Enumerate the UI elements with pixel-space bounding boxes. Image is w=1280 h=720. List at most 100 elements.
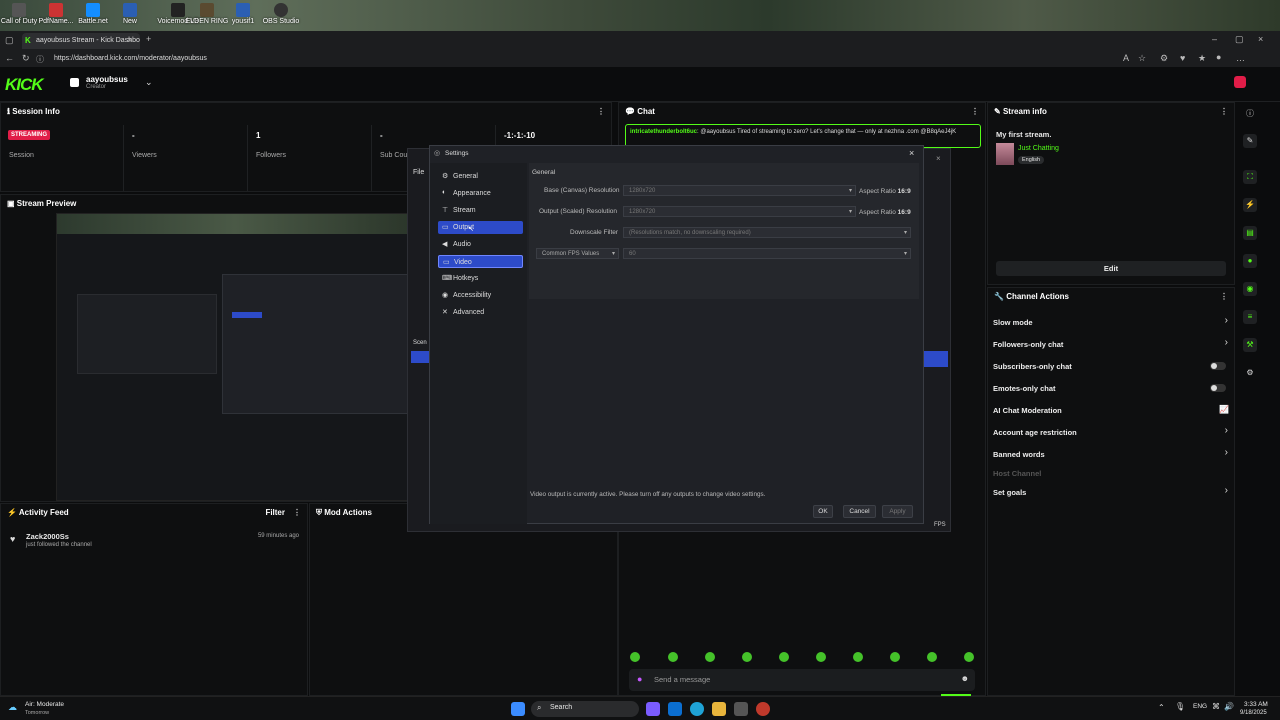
emote-icon[interactable] xyxy=(927,652,937,662)
stream-preview-video[interactable] xyxy=(56,213,413,501)
settings-nav-output[interactable]: ▭ Output xyxy=(438,221,523,234)
kick-avatar-icon[interactable] xyxy=(1234,76,1246,88)
outlook-icon[interactable] xyxy=(668,702,682,716)
start-icon[interactable] xyxy=(511,702,525,716)
read-aloud-icon[interactable]: A xyxy=(1123,53,1129,63)
obs-control-selected[interactable] xyxy=(920,351,948,367)
desktop-icon-new[interactable]: New xyxy=(107,3,153,25)
banned-words-item[interactable]: Banned words xyxy=(993,450,1045,459)
user-menu-chevron-icon[interactable]: ⌄ xyxy=(145,77,153,88)
set-goals-item[interactable]: Set goals xyxy=(993,488,1026,497)
user-avatar[interactable] xyxy=(70,78,79,87)
chat-menu-icon[interactable]: ⋮ xyxy=(971,107,979,116)
fullscreen-icon[interactable]: ⛶ xyxy=(1243,170,1257,184)
volume-icon[interactable]: 🔊 xyxy=(1224,702,1234,711)
fps-value-select[interactable]: 60 ▾ xyxy=(623,248,911,259)
microphone-icon[interactable]: ● xyxy=(637,674,642,684)
edge-icon[interactable] xyxy=(690,702,704,716)
site-info-icon[interactable]: ⓘ xyxy=(36,54,44,65)
settings-nav-appearance[interactable]: ◐ Appearance xyxy=(438,187,523,200)
wrench-icon[interactable]: ⚒ xyxy=(1243,338,1257,352)
profile-icon[interactable]: ● xyxy=(1216,52,1221,62)
favorites-bar-icon[interactable]: ★ xyxy=(1198,53,1206,64)
list-icon[interactable]: ≡ xyxy=(1243,310,1257,324)
account-age-item[interactable]: Account age restriction xyxy=(993,428,1077,437)
chart-icon[interactable]: 📈 xyxy=(1219,405,1229,414)
obs-scene-selected[interactable] xyxy=(411,351,429,363)
activity-menu-icon[interactable]: ⋮ xyxy=(293,508,301,517)
chevron-right-icon[interactable]: › xyxy=(1225,315,1228,326)
settings-app-icon[interactable] xyxy=(734,702,748,716)
emotes-only-toggle[interactable] xyxy=(1210,384,1226,392)
chat-input[interactable]: ● Send a message ☻ xyxy=(629,669,975,691)
settings-close-icon[interactable]: × xyxy=(909,148,914,158)
ok-button[interactable]: OK xyxy=(813,505,833,518)
new-tab-icon[interactable]: + xyxy=(146,34,151,44)
browser-menu-icon[interactable]: … xyxy=(1236,53,1245,63)
favorite-icon[interactable]: ☆ xyxy=(1138,53,1146,64)
maximize-icon[interactable]: ▢ xyxy=(1235,34,1244,45)
address-bar[interactable]: https://dashboard.kick.com/moderator/aay… xyxy=(46,52,1146,66)
emote-icon[interactable] xyxy=(853,652,863,662)
document-icon[interactable]: ▤ xyxy=(1243,226,1257,240)
microphone-tray-icon[interactable]: 🎙 xyxy=(1175,702,1185,711)
filter-button[interactable]: Filter xyxy=(265,508,285,517)
taskbar-search[interactable]: ⌕ Search xyxy=(531,701,639,717)
slow-mode-item[interactable]: Slow mode xyxy=(993,318,1033,327)
emote-icon[interactable] xyxy=(630,652,640,662)
chevron-right-icon[interactable]: › xyxy=(1225,485,1228,496)
edit-button[interactable]: Edit xyxy=(996,261,1226,276)
tray-chevron-icon[interactable]: ⌃ xyxy=(1158,703,1165,712)
chat-bubble-icon[interactable]: ● xyxy=(1243,254,1257,268)
emotes-only-item[interactable]: Emotes-only chat xyxy=(993,384,1056,393)
settings-nav-stream[interactable]: ⊤ Stream xyxy=(438,204,523,217)
chevron-right-icon[interactable]: › xyxy=(1225,447,1228,458)
browser-tab[interactable]: Kaayoubsus Stream - Kick Dashbo xyxy=(22,33,140,49)
activity-user[interactable]: Zack2000Ss xyxy=(26,532,69,541)
apply-button[interactable]: Apply xyxy=(882,505,913,518)
downscale-filter-select[interactable]: (Resolutions match, no downscaling requi… xyxy=(623,227,911,238)
emoji-icon[interactable]: ☻ xyxy=(961,674,969,683)
clock-time[interactable]: 3:33 AM xyxy=(1244,701,1268,708)
minimize-icon[interactable]: – xyxy=(1212,34,1217,44)
settings-icon[interactable]: ⚙ xyxy=(1243,366,1257,380)
fps-type-select[interactable]: Common FPS Values ▾ xyxy=(536,248,619,259)
weather-text[interactable]: Air: Moderate xyxy=(25,701,64,708)
chat-message-user[interactable]: intricatethunderbolt6uc xyxy=(630,129,697,135)
settings-nav-hotkeys[interactable]: ⌨ Hotkeys xyxy=(438,272,523,285)
collections-icon[interactable]: ♥ xyxy=(1180,53,1185,63)
copilot-icon[interactable] xyxy=(646,702,660,716)
clock-date[interactable]: 9/18/2025 xyxy=(1240,710,1267,716)
network-icon[interactable]: ⌘ xyxy=(1212,702,1220,711)
kick-logo[interactable]: KICK xyxy=(5,75,44,95)
channel-actions-menu-icon[interactable]: ⋮ xyxy=(1220,292,1228,301)
chevron-right-icon[interactable]: › xyxy=(1225,425,1228,436)
obs-taskbar-icon[interactable] xyxy=(756,702,770,716)
base-resolution-select[interactable]: 1280x720 ▾ xyxy=(623,185,856,196)
settings-nav-audio[interactable]: ◀ Audio xyxy=(438,238,523,251)
session-menu-icon[interactable]: ⋮ xyxy=(597,107,605,116)
settings-nav-general[interactable]: ⚙ General xyxy=(438,170,523,183)
cancel-button[interactable]: Cancel xyxy=(843,505,876,518)
category-name[interactable]: Just Chatting xyxy=(1018,145,1059,152)
settings-nav-accessibility[interactable]: ◉ Accessibility xyxy=(438,289,523,302)
emote-icon[interactable] xyxy=(668,652,678,662)
obs-file-menu[interactable]: File xyxy=(413,169,424,176)
back-icon[interactable]: ← xyxy=(5,53,14,63)
output-resolution-select[interactable]: 1280x720 ▾ xyxy=(623,206,856,217)
subscribers-only-item[interactable]: Subscribers-only chat xyxy=(993,362,1072,371)
emote-icon[interactable] xyxy=(964,652,974,662)
file-explorer-icon[interactable] xyxy=(712,702,726,716)
ai-moderation-item[interactable]: AI Chat Moderation xyxy=(993,406,1062,415)
window-close-icon[interactable]: × xyxy=(1258,34,1263,44)
close-tab-icon[interactable]: × xyxy=(127,35,132,45)
tab-actions-icon[interactable]: ▢ xyxy=(5,35,14,46)
emote-icon[interactable] xyxy=(742,652,752,662)
emote-icon[interactable] xyxy=(779,652,789,662)
stream-info-menu-icon[interactable]: ⋮ xyxy=(1220,107,1228,116)
broadcast-icon[interactable]: ◉ xyxy=(1243,282,1257,296)
refresh-icon[interactable]: ↻ xyxy=(22,53,30,64)
info-icon[interactable]: ⓘ xyxy=(1243,107,1257,121)
desktop-icon-obs[interactable]: OBS Studio xyxy=(258,3,304,25)
extensions-icon[interactable]: ⚙ xyxy=(1160,53,1168,64)
